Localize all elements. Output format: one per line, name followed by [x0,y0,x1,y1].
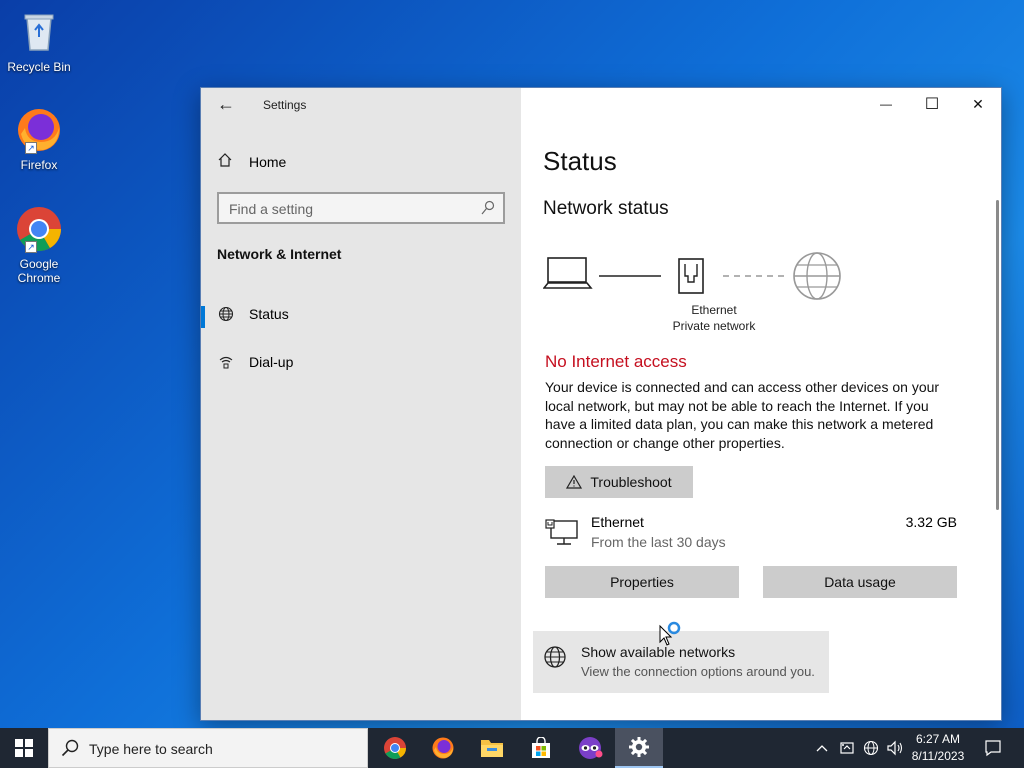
taskbar-file-explorer[interactable] [468,728,516,768]
taskbar-mask-app[interactable] [566,728,614,768]
globe-icon [543,645,567,674]
network-status-heading: Network status [543,198,669,219]
back-button[interactable]: ← [215,94,237,116]
taskbar-search-box[interactable]: Type here to search [48,728,368,768]
data-usage-label: Data usage [824,574,896,590]
close-button[interactable]: ✕ [955,88,1001,120]
desktop-icon-label: Google Chrome [17,257,61,285]
chrome-icon: ↗ [15,205,63,253]
connection-name: Ethernet [691,303,737,317]
sidebar-item-status[interactable]: Status [201,296,521,332]
taskbar: Type here to search 6:27 AM 8/11/2023 [0,728,1024,768]
shortcut-arrow-icon: ↗ [25,241,37,253]
dialup-icon [217,353,235,371]
desktop-icon-label: Recycle Bin [7,60,71,74]
firefox-icon: ↗ [15,106,63,154]
desktop-icon-google-chrome[interactable]: ↗ Google Chrome [4,205,74,285]
close-icon: ✕ [972,95,984,112]
clock-time: 6:27 AM [915,732,961,746]
taskbar-chrome[interactable] [371,728,419,768]
laptop-icon [542,257,593,289]
file-explorer-icon [481,740,503,757]
ethernet-icon [545,518,579,553]
maximize-icon: ☐ [924,96,940,113]
shortcut-arrow-icon: ↗ [25,142,37,154]
windows-logo-icon [15,739,33,757]
ethernet-usage-row: Ethernet From the last 30 days 3.32 GB [545,514,957,556]
usage-period: From the last 30 days [591,534,726,550]
ethernet-port-icon [678,258,704,294]
mouse-cursor-busy-icon [658,620,684,655]
internet-globe-icon [793,252,841,300]
maximize-button[interactable]: ☐ [909,88,955,120]
firefox-icon [432,737,454,759]
sidebar-item-label: Status [249,306,289,322]
show-hidden-icons-button[interactable] [812,728,832,768]
mask-app-icon [579,737,603,759]
settings-main-content: — ☐ ✕ Status Network status Ethernet Pri… [521,88,1001,720]
home-icon [217,152,235,173]
network-diagram-graphic [542,252,841,300]
notification-icon [985,740,1001,757]
network-tray-button[interactable] [860,728,882,768]
troubleshoot-label: Troubleshoot [590,474,672,490]
data-usage-button[interactable]: Data usage [763,566,957,598]
settings-window: ← Settings Home Find a setting Network &… [200,87,1002,721]
show-networks-subtitle: View the connection options around you. [581,664,815,679]
store-icon [532,737,550,758]
network-globe-icon [863,740,879,756]
action-center-button[interactable] [978,728,1008,768]
warning-icon [566,475,583,489]
network-profile: Private network [672,319,756,333]
taskbar-clock[interactable]: 6:27 AM 8/11/2023 [902,731,974,765]
settings-sidebar: ← Settings Home Find a setting Network &… [201,88,521,720]
search-icon [61,739,79,762]
network-diagram: Ethernet Private network [542,250,853,335]
start-button[interactable] [0,728,48,768]
globe-icon [217,305,235,323]
sidebar-item-dial-up[interactable]: Dial-up [201,344,521,380]
settings-icon [629,737,649,757]
recycle-bin-icon [15,8,63,56]
no-internet-alert: No Internet access [545,352,687,371]
settings-search-input[interactable]: Find a setting [217,192,505,224]
clock-date: 8/11/2023 [911,749,965,763]
chrome-icon [384,737,406,759]
desktop-icon-firefox[interactable]: ↗ Firefox [4,106,74,172]
taskbar-firefox[interactable] [419,728,467,768]
section-title: Network & Internet [217,246,342,262]
desktop-icon-label: Firefox [20,158,58,172]
connection-info: Ethernet Private network [651,302,777,334]
usage-connection-name: Ethernet [591,514,644,530]
nav-home[interactable]: Home [217,150,286,174]
device-status-icon [840,742,854,754]
page-title: Status [543,146,617,176]
title-bar: ← Settings [201,88,521,122]
window-title: Settings [263,98,307,112]
nav-home-label: Home [249,154,287,170]
taskbar-search-placeholder: Type here to search [89,741,213,757]
tray-device-icon-button[interactable] [836,728,858,768]
properties-label: Properties [610,574,674,590]
minimize-button[interactable]: — [863,88,909,120]
search-placeholder: Find a setting [229,201,314,217]
vertical-scrollbar[interactable] [996,200,999,510]
taskbar-settings[interactable] [615,728,663,768]
properties-button[interactable]: Properties [545,566,739,598]
troubleshoot-button[interactable]: Troubleshoot [545,466,693,498]
search-icon [481,200,495,216]
status-description: Your device is connected and can access … [545,379,940,451]
usage-amount: 3.32 GB [905,514,957,530]
desktop-icon-recycle-bin[interactable]: Recycle Bin [4,8,74,74]
taskbar-store[interactable] [517,728,565,768]
sidebar-item-label: Dial-up [249,354,294,370]
chevron-up-icon [816,745,828,752]
minimize-icon: — [880,97,892,111]
